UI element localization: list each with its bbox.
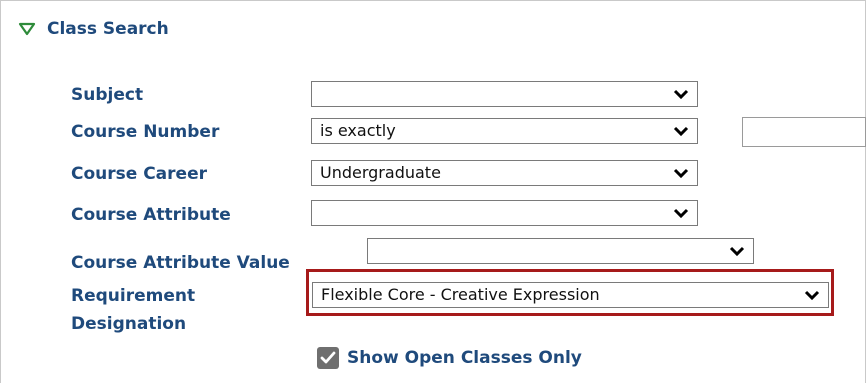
subject-label: Subject bbox=[71, 85, 144, 105]
course-attribute-value-label: Course Attribute Value bbox=[71, 253, 290, 273]
requirement-designation-select[interactable]: Flexible Core - Creative Expression bbox=[312, 282, 829, 308]
chevron-down-icon bbox=[804, 290, 820, 301]
course-number-operator-select[interactable]: is exactly bbox=[311, 118, 698, 144]
course-career-label: Course Career bbox=[71, 164, 207, 184]
chevron-down-icon bbox=[673, 126, 689, 137]
course-attribute-select[interactable] bbox=[311, 200, 698, 226]
expanded-triangle-icon[interactable] bbox=[18, 22, 36, 36]
course-number-operator-value: is exactly bbox=[320, 121, 396, 140]
subject-select[interactable] bbox=[311, 81, 698, 107]
class-search-panel: Class Search Subject Course Number is ex… bbox=[0, 0, 866, 383]
chevron-down-icon bbox=[673, 89, 689, 100]
chevron-down-icon bbox=[673, 168, 689, 179]
requirement-designation-value: Flexible Core - Creative Expression bbox=[321, 285, 600, 304]
chevron-down-icon bbox=[729, 246, 745, 257]
course-attribute-value-select[interactable] bbox=[367, 238, 754, 264]
requirement-designation-label-line1: Requirement bbox=[71, 286, 196, 306]
show-open-classes-checkbox[interactable]: Show Open Classes Only bbox=[317, 347, 582, 369]
course-number-input[interactable] bbox=[742, 117, 866, 147]
course-number-label: Course Number bbox=[71, 122, 220, 142]
section-title: Class Search bbox=[47, 19, 169, 39]
chevron-down-icon bbox=[673, 208, 689, 219]
course-career-select[interactable]: Undergraduate bbox=[311, 160, 698, 186]
course-attribute-label: Course Attribute bbox=[71, 205, 231, 225]
requirement-designation-label-line2: Designation bbox=[71, 314, 187, 334]
course-career-value: Undergraduate bbox=[320, 163, 441, 182]
checkbox-checked-icon[interactable] bbox=[317, 347, 339, 369]
class-search-header[interactable]: Class Search bbox=[18, 19, 169, 39]
show-open-classes-label: Show Open Classes Only bbox=[347, 348, 582, 368]
